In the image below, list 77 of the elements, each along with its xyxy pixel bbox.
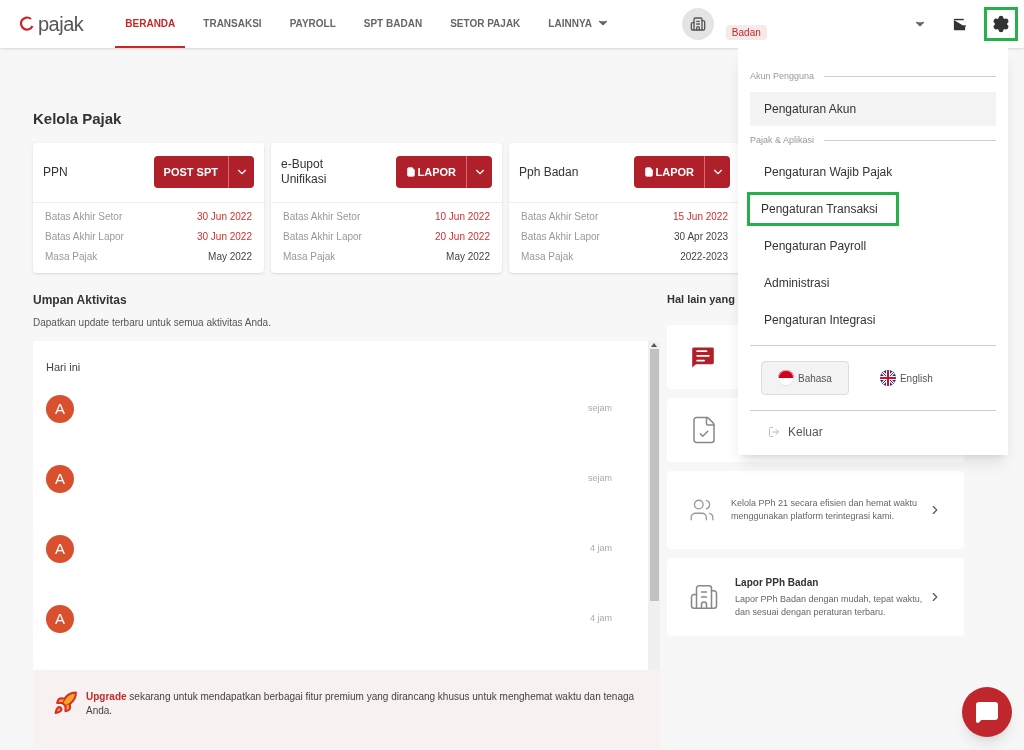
- nav-link[interactable]: BERANDA: [115, 0, 186, 48]
- scrollbar-thumb[interactable]: [649, 348, 659, 601]
- row-label: Batas Akhir Setor: [45, 209, 123, 224]
- logo-icon: [20, 16, 34, 32]
- activity-time: 4 jam: [590, 542, 612, 556]
- menu-item[interactable]: Pengaturan Payroll: [750, 229, 996, 263]
- menu-item[interactable]: Pengaturan Akun: [750, 91, 996, 126]
- chat-button[interactable]: [962, 687, 1012, 737]
- nav-link[interactable]: SPT BADAN: [353, 0, 433, 48]
- section-title: Hal lain yang: [667, 291, 735, 307]
- row-value: 30 Jun 2022: [196, 209, 252, 224]
- logout-icon: [768, 426, 780, 438]
- row-label: Batas Akhir Lapor: [45, 229, 124, 244]
- row-value: 30 Apr 2023: [674, 229, 728, 244]
- menu-item[interactable]: Pengaturan Transaksi: [747, 192, 899, 226]
- row-value: 10 Jun 2022: [434, 209, 490, 224]
- feature-card[interactable]: Kelola PPh 21 secara efisien dan hemat waktu menggunakan platform terintegrasi kami.: [667, 471, 964, 549]
- section-title: Kelola Pajak: [33, 109, 122, 129]
- tax-name: e-Bupot Unifikasi: [281, 157, 328, 187]
- row-value: 20 Jun 2022: [434, 229, 490, 244]
- document-icon: [405, 167, 416, 177]
- rocket-icon: [53, 689, 78, 716]
- menu-item[interactable]: Pengaturan Integrasi: [750, 303, 996, 337]
- card-text: Lapor PPh Badan dengan mudah, tepat waktu, dan sesuai dengan peraturan terbaru.: [735, 593, 924, 619]
- language-button[interactable]: Bahasa: [761, 361, 849, 395]
- row-label: Masa Pajak: [283, 249, 336, 264]
- tax-name: PPN: [43, 164, 69, 180]
- row-value: 2022-2023: [680, 249, 728, 264]
- building-icon: [689, 582, 719, 612]
- people-icon: [689, 497, 715, 523]
- logout-button[interactable]: Keluar: [750, 423, 841, 441]
- activity-time: sejam: [588, 472, 612, 486]
- nav-link[interactable]: SETOR PAJAK: [440, 0, 531, 48]
- language-button[interactable]: English: [862, 361, 950, 395]
- document-icon: [643, 167, 654, 177]
- company-avatar[interactable]: [681, 8, 714, 40]
- activity-time: 4 jam: [590, 612, 612, 626]
- row-value: 30 Jun 2022: [196, 229, 252, 244]
- menu-item[interactable]: Pengaturan Wajib Pajak: [750, 155, 996, 189]
- row-value: 15 Jun 2022: [672, 209, 728, 224]
- tax-name: Pph Badan: [519, 164, 580, 180]
- chat-icon: [975, 700, 999, 724]
- building-icon: [689, 16, 706, 32]
- gear-icon: [991, 15, 1010, 33]
- user-avatar: A: [46, 605, 74, 633]
- menu-section-label: Akun Pengguna: [750, 70, 815, 83]
- activity-time: sejam: [588, 402, 612, 416]
- row-value: May 2022: [208, 249, 252, 264]
- wallet-icon[interactable]: [950, 15, 968, 33]
- menu-section-label: Pajak & Aplikasi: [750, 133, 815, 147]
- card-text: Kelola PPh 21 secara efisien dan hemat waktu menggunakan platform terintegrasi kami.: [731, 497, 919, 523]
- action-button[interactable]: POST SPT: [153, 156, 228, 188]
- nav-link[interactable]: TRANSAKSI: [193, 0, 272, 48]
- section-subtitle: Dapatkan update terbaru untuk semua aktivitas Anda.: [33, 315, 272, 330]
- group-heading: Hari ini: [46, 359, 82, 375]
- row-label: Masa Pajak: [45, 249, 98, 264]
- row-label: Batas Akhir Lapor: [521, 229, 600, 244]
- row-label: Batas Akhir Setor: [283, 209, 361, 224]
- action-button[interactable]: LAPOR: [395, 156, 466, 188]
- feature-card[interactable]: Lapor PPh Badan Lapor PPh Badan dengan mudah, tepat waktu, dan sesuai dengan peraturan terbaru.: [667, 558, 964, 636]
- action-button[interactable]: LAPOR: [633, 156, 704, 188]
- row-label: Masa Pajak: [521, 249, 574, 264]
- user-avatar: A: [46, 395, 74, 423]
- row-label: Batas Akhir Lapor: [283, 229, 362, 244]
- section-title: Umpan Aktivitas: [33, 291, 128, 309]
- upgrade-text: Upgrade sekarang untuk mendapatkan berbagai fitur premium yang dirancang khusus untuk menghemat waktu dan tenaga Anda.: [86, 689, 636, 718]
- nav-link[interactable]: PAYROLL: [279, 0, 346, 48]
- row-label: Batas Akhir Setor: [521, 209, 599, 224]
- card-title: Lapor PPh Badan: [735, 576, 820, 590]
- menu-item[interactable]: Administrasi: [750, 266, 996, 300]
- user-avatar: A: [46, 535, 74, 563]
- settings-button[interactable]: [983, 7, 1018, 41]
- company-badge: Badan: [725, 24, 767, 40]
- user-avatar: A: [46, 465, 74, 493]
- logo-text: pajak: [38, 12, 84, 37]
- row-value: May 2022: [446, 249, 490, 264]
- nav-link[interactable]: LAINNYA: [538, 0, 620, 48]
